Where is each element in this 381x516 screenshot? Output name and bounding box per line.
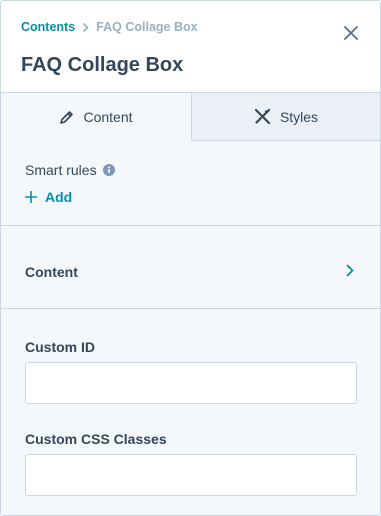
custom-css-label: Custom CSS Classes xyxy=(25,431,167,447)
pencil-icon xyxy=(59,110,74,125)
page-title: FAQ Collage Box xyxy=(21,54,184,76)
custom-id-label: Custom ID xyxy=(25,339,95,355)
tab-bar: Content Styles xyxy=(1,93,380,141)
info-icon[interactable] xyxy=(102,164,115,176)
styles-tools-icon xyxy=(254,108,271,125)
breadcrumb: Contents FAQ Collage Box xyxy=(21,20,198,34)
breadcrumb-current: FAQ Collage Box xyxy=(96,20,198,34)
sidebar-editor-panel: Contents FAQ Collage Box FAQ Collage Box… xyxy=(0,0,381,516)
custom-id-input[interactable] xyxy=(25,362,357,404)
panel-header: Contents FAQ Collage Box FAQ Collage Box xyxy=(1,1,380,93)
smart-rules-section: Smart rules Add xyxy=(1,141,380,226)
content-section-row[interactable]: Content xyxy=(1,226,380,309)
close-button[interactable] xyxy=(343,25,359,41)
tab-styles[interactable]: Styles xyxy=(192,93,380,141)
custom-fields-section: Custom ID Custom CSS Classes xyxy=(1,309,380,515)
chevron-right-icon xyxy=(83,22,89,32)
smart-rules-heading: Smart rules xyxy=(25,162,115,178)
breadcrumb-contents-link[interactable]: Contents xyxy=(21,20,75,34)
add-label: Add xyxy=(45,189,73,205)
chevron-right-icon xyxy=(346,264,354,277)
tab-styles-label: Styles xyxy=(279,108,319,125)
tab-content-label: Content xyxy=(83,109,133,125)
add-smart-rule-button[interactable]: Add xyxy=(25,189,72,205)
plus-icon xyxy=(25,191,37,203)
content-section-label: Content xyxy=(25,264,78,280)
custom-css-input[interactable] xyxy=(25,454,357,496)
tab-content[interactable]: Content xyxy=(1,93,192,141)
close-icon xyxy=(344,26,358,40)
smart-rules-label: Smart rules xyxy=(25,162,97,178)
